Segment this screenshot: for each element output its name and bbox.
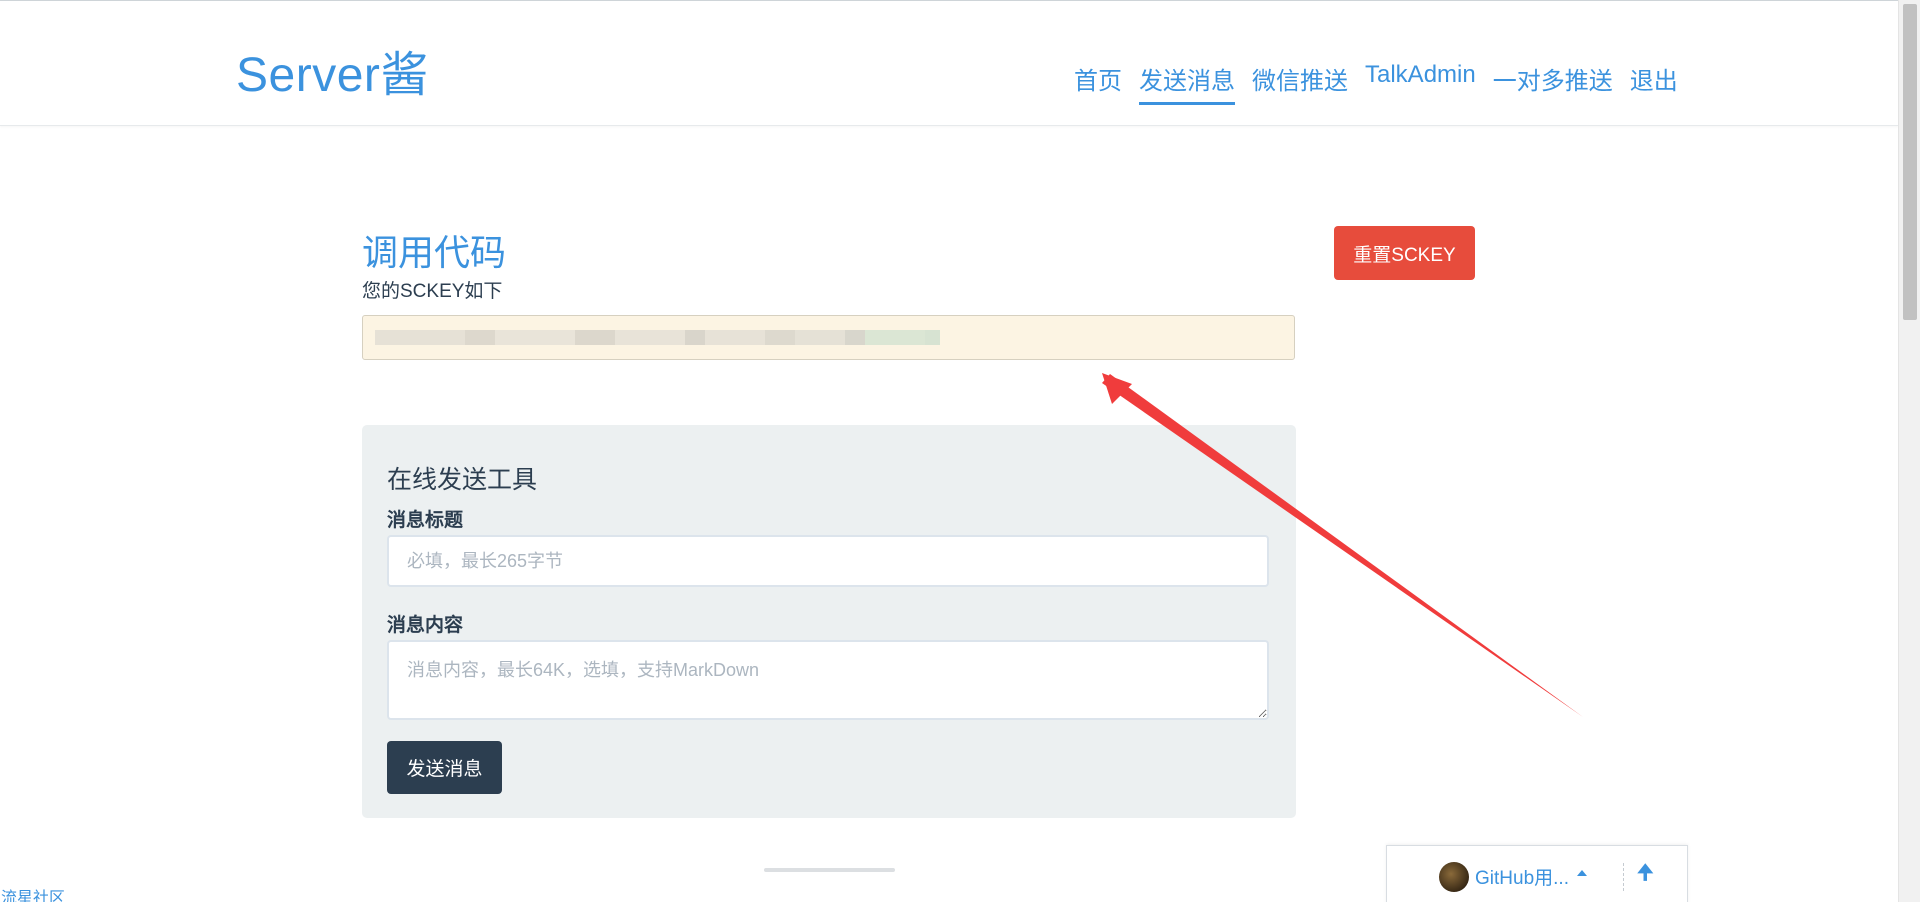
main-nav: 首页 发送消息 微信推送 TalkAdmin 一对多推送 退出	[1074, 61, 1695, 105]
avatar[interactable]	[1439, 862, 1469, 892]
github-widget: GitHub用... 🠉	[1386, 845, 1688, 902]
send-message-button[interactable]: 发送消息	[387, 741, 502, 794]
sckey-redacted	[375, 330, 940, 345]
nav-item-wechat-push[interactable]: 微信推送	[1252, 61, 1348, 105]
widget-separator	[1623, 863, 1624, 891]
caret-up-icon[interactable]	[1577, 870, 1587, 876]
nav-item-one-to-many[interactable]: 一对多推送	[1493, 61, 1613, 105]
annotation-arrow-head	[1102, 373, 1132, 404]
reset-sckey-button[interactable]: 重置SCKEY	[1334, 226, 1475, 280]
brand-logo[interactable]: Server酱	[236, 35, 429, 105]
scrollbar-thumb[interactable]	[1903, 4, 1917, 320]
community-link[interactable]: 流星社区	[1, 884, 65, 902]
content-divider	[764, 868, 895, 872]
message-title-input[interactable]	[387, 535, 1269, 587]
navbar: Server酱 首页 发送消息 微信推送 TalkAdmin 一对多推送 退出	[0, 1, 1898, 126]
page: Server酱 首页 发送消息 微信推送 TalkAdmin 一对多推送 退出 …	[0, 0, 1920, 902]
message-content-input[interactable]	[387, 640, 1269, 720]
section-title: 调用代码	[362, 232, 507, 273]
sckey-display[interactable]	[362, 315, 1295, 360]
tool-title: 在线发送工具	[387, 466, 538, 494]
online-send-tool: 在线发送工具 消息标题 消息内容 发送消息	[362, 425, 1296, 818]
nav-item-home[interactable]: 首页	[1074, 61, 1122, 105]
message-title-label: 消息标题	[387, 510, 464, 531]
github-user-name[interactable]: GitHub用...	[1475, 863, 1569, 890]
arrow-up-icon[interactable]: 🠉	[1637, 858, 1654, 892]
nav-item-logout[interactable]: 退出	[1630, 61, 1678, 105]
nav-item-talkadmin[interactable]: TalkAdmin	[1365, 61, 1476, 105]
sckey-label: 您的SCKEY如下	[362, 281, 503, 302]
nav-item-send-message[interactable]: 发送消息	[1139, 61, 1235, 105]
message-content-label: 消息内容	[387, 615, 464, 636]
vertical-scrollbar[interactable]	[1898, 0, 1920, 902]
